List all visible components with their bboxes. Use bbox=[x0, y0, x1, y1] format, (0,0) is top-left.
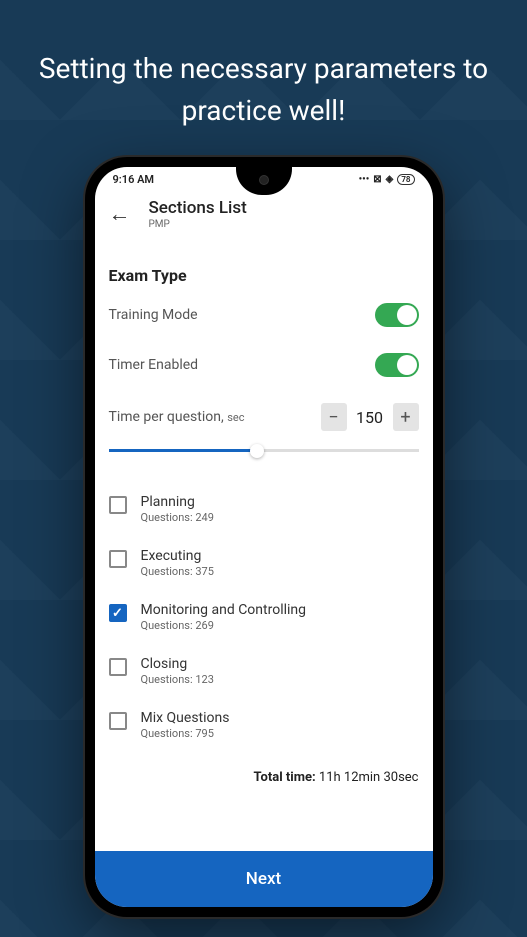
stepper-increase-button[interactable]: + bbox=[393, 403, 419, 431]
section-count: Questions: 795 bbox=[141, 727, 230, 740]
section-name: Closing bbox=[141, 656, 214, 672]
slider-thumb[interactable] bbox=[250, 444, 264, 458]
section-item[interactable]: PlanningQuestions: 249 bbox=[109, 482, 419, 536]
section-name: Planning bbox=[141, 494, 214, 510]
section-count: Questions: 123 bbox=[141, 673, 214, 686]
more-icon: ••• bbox=[359, 174, 370, 185]
section-checkbox[interactable] bbox=[109, 496, 127, 514]
timer-enabled-toggle[interactable] bbox=[375, 353, 419, 377]
back-button[interactable]: ← bbox=[109, 201, 131, 227]
section-item[interactable]: Monitoring and ControllingQuestions: 269 bbox=[109, 590, 419, 644]
section-checkbox[interactable] bbox=[109, 604, 127, 622]
status-time: 9:16 AM bbox=[113, 173, 155, 186]
section-item[interactable]: ClosingQuestions: 123 bbox=[109, 644, 419, 698]
section-checkbox[interactable] bbox=[109, 712, 127, 730]
timer-enabled-label: Timer Enabled bbox=[109, 357, 199, 373]
stepper-decrease-button[interactable]: − bbox=[321, 403, 347, 431]
section-item[interactable]: ExecutingQuestions: 375 bbox=[109, 536, 419, 590]
next-button[interactable]: Next bbox=[95, 851, 433, 907]
phone-frame: 9:16 AM ••• ⊠ ◈ 78 ← Sections List PMP E… bbox=[85, 157, 443, 917]
section-name: Monitoring and Controlling bbox=[141, 602, 307, 618]
total-time: Total time: 11h 12min 30sec bbox=[109, 770, 419, 785]
training-mode-label: Training Mode bbox=[109, 307, 198, 323]
training-mode-toggle[interactable] bbox=[375, 303, 419, 327]
time-per-question-label: Time per question, sec bbox=[109, 409, 245, 425]
time-stepper: − 150 + bbox=[321, 403, 419, 431]
section-checkbox[interactable] bbox=[109, 658, 127, 676]
section-count: Questions: 249 bbox=[141, 511, 214, 524]
time-slider[interactable] bbox=[109, 449, 419, 452]
section-item[interactable]: Mix QuestionsQuestions: 795 bbox=[109, 698, 419, 752]
page-title: Sections List bbox=[149, 198, 247, 218]
nosim-icon: ⊠ bbox=[373, 174, 381, 185]
section-checkbox[interactable] bbox=[109, 550, 127, 568]
section-name: Mix Questions bbox=[141, 710, 230, 726]
app-header: ← Sections List PMP bbox=[95, 188, 433, 244]
stepper-value: 150 bbox=[347, 408, 393, 427]
section-count: Questions: 269 bbox=[141, 619, 307, 632]
battery-icon: 78 bbox=[397, 174, 414, 185]
section-heading: Exam Type bbox=[109, 266, 419, 285]
page-subtitle: PMP bbox=[149, 219, 247, 230]
promo-heading: Setting the necessary parameters to prac… bbox=[0, 0, 527, 132]
section-name: Executing bbox=[141, 548, 214, 564]
section-count: Questions: 375 bbox=[141, 565, 214, 578]
wifi-icon: ◈ bbox=[386, 174, 394, 185]
